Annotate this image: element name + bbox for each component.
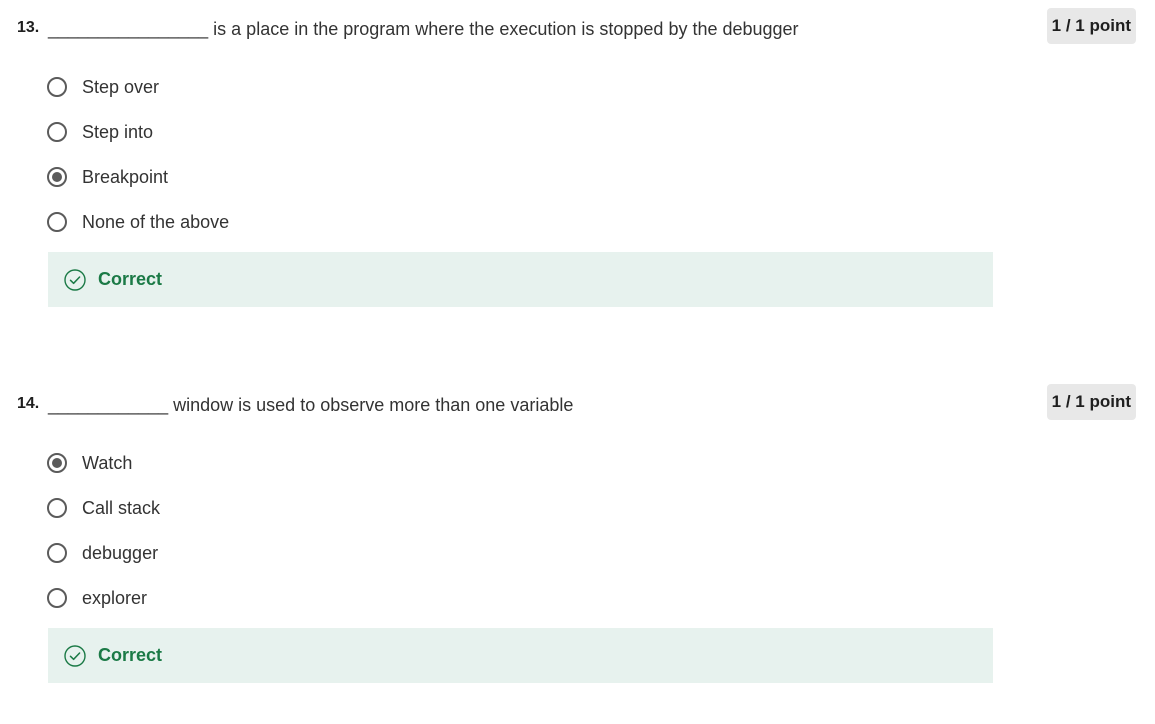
answer-options: Step over Step into Breakpoint None of t… [47,64,647,244]
radio-button[interactable] [47,497,67,518]
option-label: explorer [82,587,148,608]
check-circle-icon [64,644,86,667]
feedback-label: Correct [98,645,163,665]
radio-button[interactable] [47,76,67,97]
radio-button-selected[interactable] [47,452,67,473]
option-step-into[interactable]: Step into [47,109,647,154]
feedback-label: Correct [98,269,163,289]
question-number: 13. [17,19,40,36]
option-label: Breakpoint [82,166,169,187]
points-badge: 1 / 1 point [1046,384,1136,420]
option-breakpoint[interactable]: Breakpoint [47,154,647,199]
option-label: None of the above [82,211,230,232]
check-circle-icon [64,268,86,291]
feedback-correct: Correct [48,252,993,307]
radio-button[interactable] [47,542,67,563]
option-none-of-the-above[interactable]: None of the above [47,199,647,244]
option-debugger[interactable]: debugger [47,530,647,575]
option-explorer[interactable]: explorer [47,575,647,620]
feedback-correct: Correct [48,628,993,683]
option-watch[interactable]: Watch [47,440,647,485]
question-text: ____________ window is used to observe m… [48,395,574,415]
option-step-over[interactable]: Step over [47,64,647,109]
radio-button[interactable] [47,121,67,142]
answer-options: Watch Call stack debugger explorer [47,440,647,620]
question-text: ________________ is a place in the progr… [48,19,799,39]
radio-button[interactable] [47,211,67,232]
option-label: Watch [82,452,133,473]
option-label: Step over [82,76,160,97]
question-number: 14. [17,395,40,412]
option-call-stack[interactable]: Call stack [47,485,647,530]
radio-button[interactable] [47,587,67,608]
option-label: Step into [82,121,154,142]
radio-button-selected[interactable] [47,166,67,187]
option-label: Call stack [82,497,161,518]
option-label: debugger [82,542,159,563]
points-badge: 1 / 1 point [1046,8,1136,44]
